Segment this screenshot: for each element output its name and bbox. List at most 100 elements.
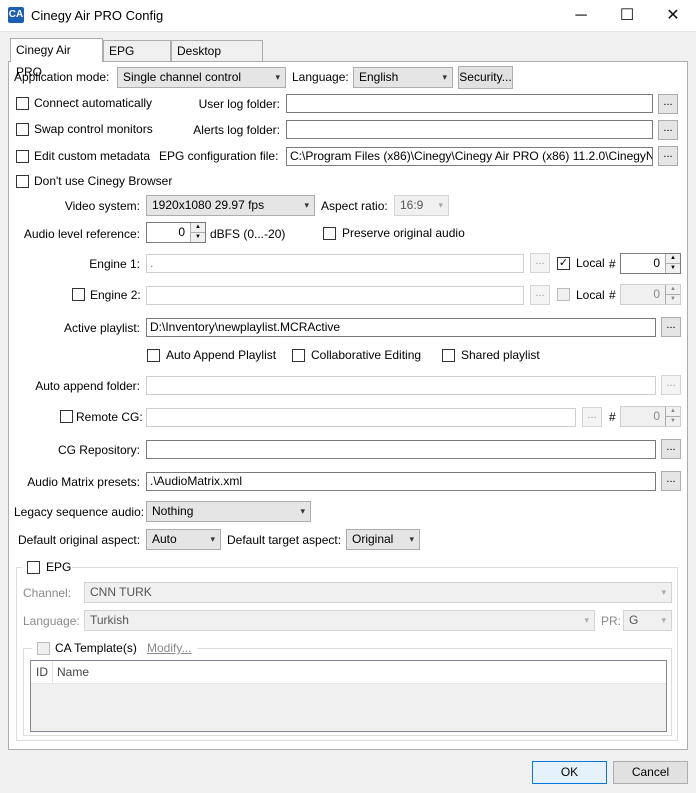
engine2-local-checkbox[interactable]	[557, 288, 570, 301]
ca-templates-checkbox[interactable]	[37, 642, 50, 655]
spin-up-icon[interactable]: ▲	[665, 285, 680, 294]
spin-up-icon[interactable]: ▲	[665, 254, 680, 263]
auto-append-folder-input[interactable]	[146, 376, 656, 395]
user-log-folder-input[interactable]	[286, 94, 653, 113]
epg-label: EPG	[46, 560, 72, 574]
epg-pr-select[interactable]: G ▾	[623, 610, 672, 631]
spin-up-icon[interactable]: ▲	[190, 223, 205, 232]
chevron-down-icon: ▾	[210, 534, 215, 544]
engine2-label: Engine 2:	[90, 288, 141, 302]
spin-up-icon[interactable]: ▲	[665, 407, 680, 416]
spin-down-icon[interactable]: ▼	[665, 416, 680, 426]
video-system-select[interactable]: 1920x1080 29.97 fps ▾	[146, 195, 315, 216]
audio-level-unit: dBFS (0...-20)	[210, 227, 286, 241]
maximize-button[interactable]: ☐	[604, 0, 650, 31]
engine1-label: Engine 1:	[89, 257, 140, 271]
legacy-sequence-audio-label: Legacy sequence audio:	[14, 505, 145, 519]
cg-repository-browse-button[interactable]: ...	[661, 439, 681, 459]
preserve-original-audio-checkbox[interactable]	[323, 227, 336, 240]
epg-language-label: Language:	[23, 614, 80, 628]
default-target-aspect-label: Default target aspect:	[227, 533, 342, 547]
aspect-ratio-select[interactable]: 16:9 ▾	[394, 195, 449, 216]
auto-append-folder-browse-button[interactable]: ...	[661, 375, 681, 395]
engine1-local-checkbox[interactable]: ✓	[557, 257, 570, 270]
chevron-down-icon: ▾	[300, 506, 305, 516]
legacy-sequence-audio-select[interactable]: Nothing ▾	[146, 501, 311, 522]
ok-button[interactable]: OK	[532, 761, 607, 784]
cinegy-logo-icon: CA	[8, 7, 24, 23]
engine2-browse-button[interactable]: ...	[530, 285, 550, 305]
swap-control-monitors-checkbox[interactable]	[16, 123, 29, 136]
edit-custom-metadata-label: Edit custom metadata	[34, 149, 151, 163]
column-divider[interactable]	[52, 661, 53, 683]
spin-down-icon[interactable]: ▼	[665, 294, 680, 304]
title-bar: CA Cinegy Air PRO Config ─ ☐ ✕	[0, 0, 696, 32]
chevron-down-icon: ▾	[304, 200, 309, 210]
tab-cinegy-air-pro[interactable]: Cinegy Air PRO	[10, 38, 103, 79]
engine1-input[interactable]: .	[146, 254, 524, 273]
tab-epg-server[interactable]: EPG server	[103, 40, 171, 78]
chevron-down-icon: ▾	[661, 615, 666, 625]
ca-templates-label: CA Template(s)	[55, 641, 137, 655]
edit-custom-metadata-checkbox[interactable]	[16, 150, 29, 163]
dont-use-cinegy-browser-checkbox[interactable]	[16, 175, 29, 188]
epg-configuration-file-input[interactable]: C:\Program Files (x86)\Cinegy\Cinegy Air…	[286, 147, 653, 166]
default-target-aspect-select[interactable]: Original ▾	[346, 529, 420, 550]
epg-checkbox[interactable]	[27, 561, 40, 574]
ca-templates-modify-link[interactable]: Modify...	[147, 640, 191, 656]
audio-matrix-presets-browse-button[interactable]: ...	[661, 471, 681, 491]
column-header-name[interactable]: Name	[57, 664, 89, 680]
cg-repository-input[interactable]	[146, 440, 656, 459]
epg-language-select[interactable]: Turkish ▾	[84, 610, 595, 631]
engine1-hash-label: #	[609, 257, 616, 271]
connect-automatically-checkbox[interactable]	[16, 97, 29, 110]
auto-append-playlist-label: Auto Append Playlist	[166, 348, 277, 362]
chevron-down-icon: ▾	[438, 200, 443, 210]
epg-configuration-file-browse-button[interactable]: ...	[658, 146, 678, 166]
remote-cg-browse-button[interactable]: ...	[582, 407, 602, 427]
ca-templates-table[interactable]: ID Name	[30, 660, 667, 732]
active-playlist-label: Active playlist:	[63, 321, 140, 335]
spin-down-icon[interactable]: ▼	[665, 263, 680, 273]
dont-use-cinegy-browser-label: Don't use Cinegy Browser	[34, 174, 173, 188]
remote-cg-checkbox[interactable]	[60, 410, 73, 423]
close-button[interactable]: ✕	[650, 0, 696, 31]
user-log-folder-browse-button[interactable]: ...	[658, 94, 678, 114]
spin-down-icon[interactable]: ▼	[190, 232, 205, 242]
active-playlist-input[interactable]: D:\Inventory\newplaylist.MCRActive	[146, 318, 656, 337]
engine2-hash-label: #	[609, 288, 616, 302]
cancel-button[interactable]: Cancel	[613, 761, 688, 784]
minimize-button[interactable]: ─	[558, 0, 604, 31]
engine1-local-label: Local	[576, 256, 605, 270]
engine1-browse-button[interactable]: ...	[530, 253, 550, 273]
chevron-down-icon: ▾	[584, 615, 589, 625]
engine1-number-stepper[interactable]: 0 ▲ ▼	[620, 253, 681, 274]
collaborative-editing-checkbox[interactable]	[292, 349, 305, 362]
remote-cg-number-stepper[interactable]: 0 ▲ ▼	[620, 406, 681, 427]
swap-control-monitors-label: Swap control monitors	[34, 122, 153, 136]
audio-level-stepper[interactable]: 0 ▲ ▼	[146, 222, 206, 243]
engine2-number-stepper[interactable]: 0 ▲ ▼	[620, 284, 681, 305]
alerts-log-folder-input[interactable]	[286, 120, 653, 139]
remote-cg-hash-label: #	[609, 410, 616, 424]
security-button[interactable]: Security...	[458, 66, 513, 89]
alerts-log-folder-browse-button[interactable]: ...	[658, 120, 678, 140]
auto-append-playlist-checkbox[interactable]	[147, 349, 160, 362]
shared-playlist-checkbox[interactable]	[442, 349, 455, 362]
engine2-input[interactable]	[146, 286, 524, 305]
engine2-checkbox[interactable]	[72, 288, 85, 301]
preserve-original-audio-label: Preserve original audio	[342, 226, 465, 240]
active-playlist-browse-button[interactable]: ...	[661, 317, 681, 337]
column-header-id[interactable]: ID	[36, 664, 48, 680]
video-system-label: Video system:	[64, 199, 140, 213]
epg-channel-select[interactable]: CNN TURK ▾	[84, 582, 672, 603]
application-mode-select[interactable]: Single channel control ▾	[117, 67, 286, 88]
default-original-aspect-select[interactable]: Auto ▾	[146, 529, 221, 550]
audio-matrix-presets-input[interactable]: .\AudioMatrix.xml	[146, 472, 656, 491]
default-original-aspect-label: Default original aspect:	[18, 533, 141, 547]
tab-desktop-player[interactable]: Desktop player	[171, 40, 263, 78]
remote-cg-input[interactable]	[146, 408, 576, 427]
aspect-ratio-label: Aspect ratio:	[321, 199, 388, 213]
language-select[interactable]: English ▾	[353, 67, 453, 88]
collaborative-editing-label: Collaborative Editing	[311, 348, 422, 362]
